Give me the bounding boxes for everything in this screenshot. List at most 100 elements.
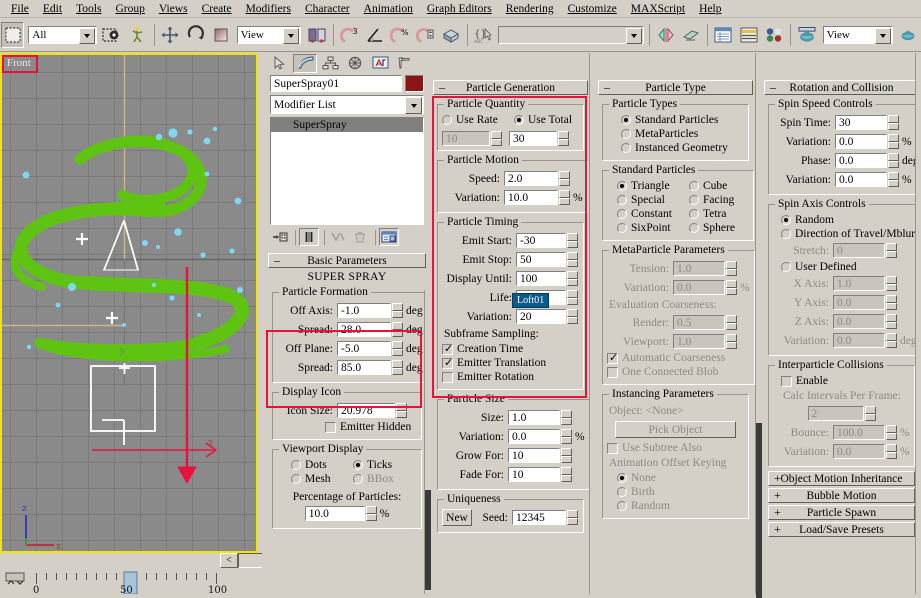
emit-start-field[interactable]: -30 [516,233,566,248]
constant-radio[interactable]: Constant [617,208,689,220]
command-panel-scrollbar[interactable] [424,290,431,594]
move-icon[interactable] [158,22,181,48]
menu-item-tools[interactable]: Tools [69,2,108,16]
collapse-icon[interactable]: – [274,254,280,267]
use-rate-radio[interactable]: Use Rate [442,114,514,126]
utilities-tab-icon[interactable] [393,53,417,73]
icon-size-field[interactable]: 20.978 [337,403,395,418]
display-until-field[interactable]: 100 [516,271,566,286]
modify-tab-icon[interactable] [293,53,317,73]
bubble-motion-rollout[interactable]: + Bubble Motion [768,488,915,503]
rotation-collision-scrollbar[interactable] [915,53,921,594]
standard-particles-radio[interactable]: Standard Particles [621,114,744,126]
percentage-field[interactable]: 10.0 [304,506,365,521]
grow-for-spinner[interactable] [561,448,572,463]
prev-frame-button[interactable]: < [220,553,238,568]
modifier-list-dropdown[interactable]: Modifier List [270,95,424,114]
front-viewport[interactable]: x y z x Front [0,53,258,553]
particle-type-scrollbar[interactable] [755,53,762,598]
fade-for-field[interactable]: 10 [508,467,560,482]
particle-type-header[interactable]: – Particle Type [598,80,753,95]
phase-field[interactable]: 0.0 [835,153,887,168]
menu-item-edit[interactable]: Edit [36,2,69,16]
life-variation-spinner[interactable] [567,309,578,324]
cube-radio[interactable]: Cube [689,180,749,192]
select-object-icon[interactable] [1,21,25,48]
emitter-translation-checkbox[interactable]: Emitter Translation [442,357,579,369]
instanced-geometry-radio[interactable]: Instanced Geometry [621,142,744,154]
sixpoint-radio[interactable]: SixPoint [617,222,689,234]
spin-time-field[interactable]: 30 [835,115,887,130]
expand-icon[interactable]: + [774,523,781,536]
menu-item-views[interactable]: Views [152,2,195,16]
viewport-display-ticks[interactable]: Ticks [353,459,415,471]
menu-item-rendering[interactable]: Rendering [499,2,561,16]
create-tab-icon[interactable] [268,53,292,73]
interparticle-enable-checkbox[interactable]: Enable [781,375,910,387]
spread-plane-field[interactable]: 85.0 [337,360,391,375]
spin-variation-field[interactable]: 0.0 [835,134,887,149]
spinner-snap-icon[interactable] [414,22,437,48]
emit-stop-field[interactable]: 50 [516,252,566,267]
spin-axis-dot-radio[interactable]: Direction of Travel/Mblur [781,228,917,240]
snaps-toggle-icon[interactable]: 3 [338,22,361,48]
menu-item-help[interactable]: Help [692,2,728,16]
off-axis-field[interactable]: -1.0 [337,303,391,318]
motion-tab-icon[interactable] [343,53,367,73]
rotate-icon[interactable] [184,22,207,48]
scrollbar-thumb[interactable] [425,490,431,590]
chevron-down-icon[interactable] [625,27,642,44]
spread-axis-field[interactable]: 28.0 [337,322,391,337]
mirror-icon[interactable] [654,22,677,48]
emitter-rotation-checkbox[interactable]: Emitter Rotation [442,371,579,383]
spin-time-spinner[interactable] [888,115,899,130]
show-end-result-icon[interactable] [299,228,319,246]
life-spinner[interactable] [567,290,578,305]
fade-for-spinner[interactable] [561,467,572,482]
off-axis-spinner[interactable] [392,303,403,318]
object-motion-inheritance-rollout[interactable]: + Object Motion Inheritance [768,471,915,486]
menu-item-maxscript[interactable]: MAXScript [624,2,692,16]
use-total-radio[interactable]: Use Total [514,114,572,126]
viewport-display-dots[interactable]: Dots [291,459,353,471]
select-and-link-icon[interactable] [126,22,149,48]
make-unique-icon[interactable] [328,228,348,246]
percentage-spinner[interactable] [365,506,377,521]
facing-radio[interactable]: Facing [689,194,749,206]
display-until-spinner[interactable] [567,271,578,286]
expand-icon[interactable]: + [774,472,781,485]
menu-item-modifiers[interactable]: Modifiers [239,2,298,16]
emit-stop-spinner[interactable] [567,252,578,267]
size-variation-spinner[interactable] [561,429,572,444]
menu-item-graph-editors[interactable]: Graph Editors [420,2,499,16]
collapse-icon[interactable]: – [770,81,776,94]
speed-field[interactable]: 2.0 [504,171,558,186]
scale-icon[interactable] [209,22,232,48]
seed-field[interactable]: 12345 [512,510,566,525]
use-center-icon[interactable] [305,22,328,48]
size-field[interactable]: 1.0 [508,410,560,425]
menu-item-file[interactable]: File [4,2,36,16]
angle-snap-icon[interactable] [363,22,386,48]
phase-variation-field[interactable]: 0.0 [835,172,887,187]
configure-sets-icon[interactable] [379,228,399,246]
collapse-icon[interactable]: – [604,81,610,94]
new-seed-button[interactable]: New [442,509,472,526]
load-save-presets-rollout[interactable]: + Load/Save Presets [768,522,915,537]
object-name-field[interactable]: SuperSpray01 [270,75,402,92]
phase-spinner[interactable] [888,153,899,168]
display-tab-icon[interactable] [368,53,392,73]
material-editor-icon[interactable] [762,22,785,48]
named-selection-icon[interactable] [439,22,462,48]
modifier-stack-item[interactable]: SuperSpray [271,118,423,132]
phase-variation-spinner[interactable] [888,172,899,187]
triangle-radio[interactable]: Triangle [617,180,689,192]
particle-spawn-rollout[interactable]: + Particle Spawn [768,505,915,520]
selection-filter-combo[interactable]: All [28,25,97,44]
menu-item-group[interactable]: Group [108,2,151,16]
spin-axis-user-defined-radio[interactable]: User Defined [781,261,917,273]
expand-icon[interactable]: + [774,506,781,519]
chevron-down-icon[interactable] [874,27,891,44]
off-plane-field[interactable]: -5.0 [337,341,391,356]
chevron-down-icon[interactable] [405,97,422,114]
